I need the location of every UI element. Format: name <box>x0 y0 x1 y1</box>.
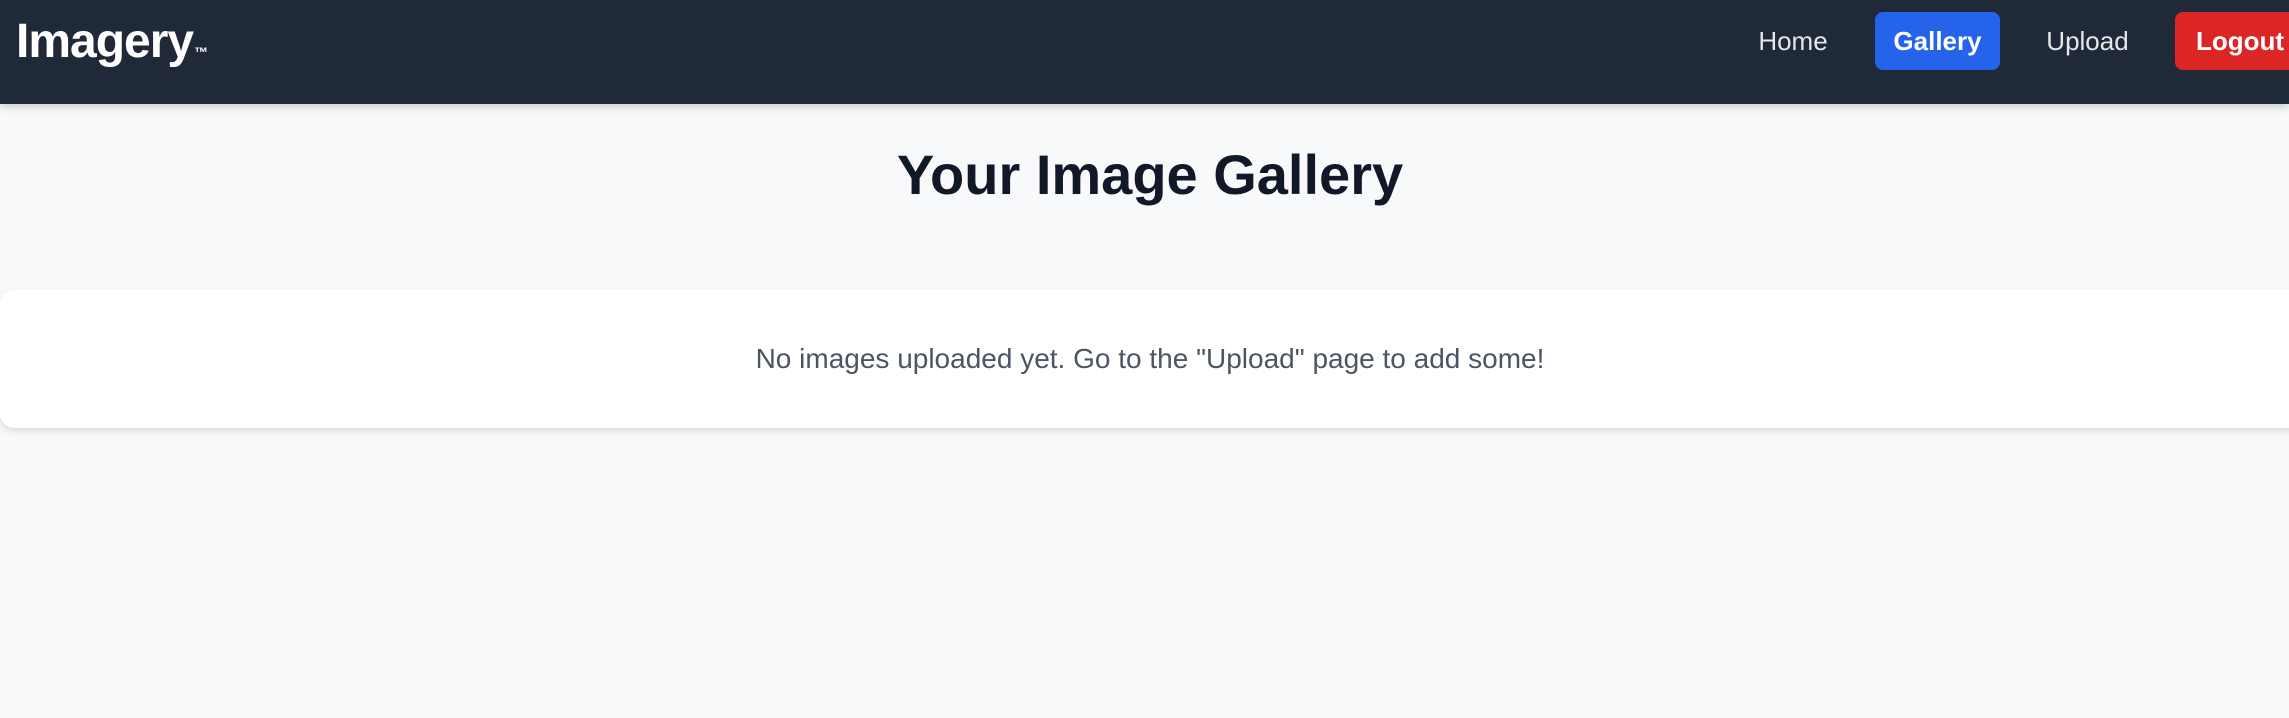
brand-name: Imagery <box>16 15 194 68</box>
nav-link-home[interactable]: Home <box>1738 12 1848 70</box>
trademark-mark: ™ <box>194 44 209 60</box>
nav-link-upload[interactable]: Upload <box>2030 12 2145 70</box>
nav-link-gallery[interactable]: Gallery <box>1875 12 2000 70</box>
empty-gallery-message: No images uploaded yet. Go to the "Uploa… <box>755 343 1545 374</box>
empty-gallery-card: No images uploaded yet. Go to the "Uploa… <box>0 290 2289 428</box>
page-title: Your Image Gallery <box>896 143 1404 206</box>
brand-logo[interactable]: Imagery™ <box>16 14 208 70</box>
logout-button[interactable]: Logout <box>2175 12 2289 70</box>
top-navbar: Imagery™ Home Gallery Upload Logout <box>0 0 2289 104</box>
